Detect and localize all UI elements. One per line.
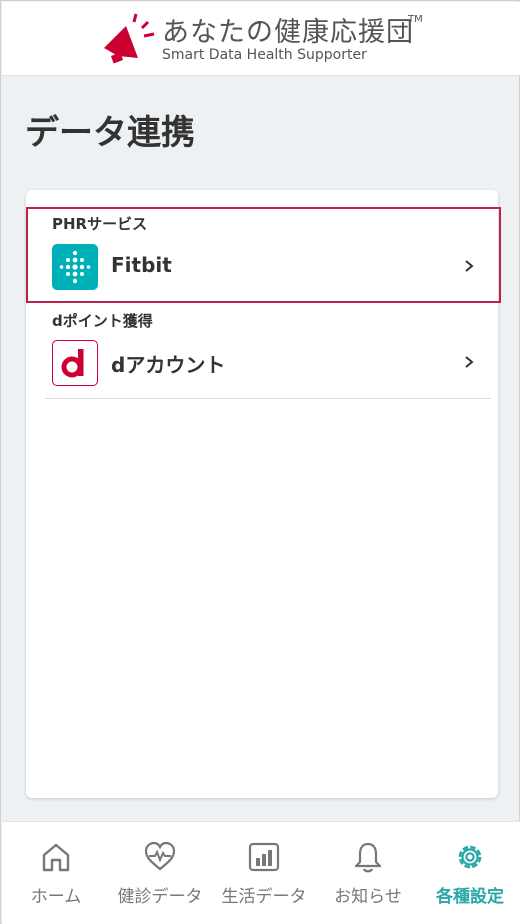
page-title: データ連携 [25, 113, 195, 153]
chevron-right-icon [465, 260, 474, 272]
nav-item-life[interactable]: 生活データ [212, 822, 316, 924]
list-divider [45, 398, 491, 399]
d-account-icon [52, 340, 98, 386]
d-account-label: dアカウント [111, 353, 226, 377]
megaphone-icon [104, 13, 155, 64]
bottom-nav: ホーム 健診データ 生活データ お知らせ 各種設定 [2, 821, 520, 924]
gear-icon [458, 845, 482, 869]
nav-label-life: 生活データ [221, 887, 307, 907]
nav-item-settings[interactable]: 各種設定 [418, 822, 520, 924]
data-link-card: PHRサービス Fitbit dポイント獲得 dアカウント [26, 190, 498, 798]
d-account-row[interactable]: dアカウント [26, 337, 498, 389]
nav-label-checkup: 健診データ [117, 887, 203, 907]
section-label-dpoint: dポイント獲得 [52, 312, 153, 330]
fitbit-icon [52, 244, 98, 290]
logo-trademark: TM [408, 14, 423, 25]
fitbit-label: Fitbit [111, 253, 172, 277]
heart-pulse-icon [144, 841, 176, 871]
fitbit-row[interactable]: Fitbit [26, 241, 498, 293]
nav-item-checkup[interactable]: 健診データ [108, 822, 212, 924]
bar-chart-icon [248, 842, 280, 872]
nav-item-notice[interactable]: お知らせ [316, 822, 420, 924]
chevron-right-icon [465, 356, 474, 368]
app-frame: あなたの健康応援団 TM Smart Data Health Supporter… [0, 0, 520, 924]
section-label-phr: PHRサービス [52, 215, 148, 233]
nav-label-home: ホーム [30, 887, 82, 907]
home-icon [42, 843, 70, 872]
app-header: あなたの健康応援団 TM Smart Data Health Supporter [2, 2, 520, 76]
bell-icon [354, 842, 382, 873]
logo-title: あなたの健康応援団 [162, 17, 414, 48]
nav-item-home[interactable]: ホーム [4, 822, 108, 924]
nav-label-settings: 各種設定 [436, 887, 504, 907]
logo-subtitle: Smart Data Health Supporter [162, 47, 367, 63]
nav-label-notice: お知らせ [334, 887, 402, 907]
